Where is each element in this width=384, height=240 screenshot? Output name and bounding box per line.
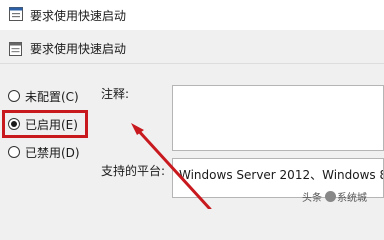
option-disabled[interactable]: 已禁用(D) [8,143,80,161]
radio-not-configured[interactable] [8,90,20,102]
policy-setting-icon [9,42,22,56]
watermark-suffix: 系统城 [337,193,367,204]
watermark-prefix: 头条 [302,193,322,204]
radio-disabled[interactable] [8,146,20,158]
setting-title: 要求使用快速启动 [30,42,127,56]
platform-value: Windows Server 2012、Windows 8 [179,168,384,182]
comment-textarea[interactable] [172,85,384,151]
policy-window-icon [9,7,23,21]
title-bar: 要求使用快速启动 [0,0,384,30]
platform-label: 支持的平台: [101,164,166,178]
comment-label: 注释: [101,87,130,101]
header-divider [0,63,384,64]
watermark: 头条 系统城 [302,189,367,204]
option-not-configured-label: 未配置(C) [25,89,79,104]
option-not-configured[interactable]: 未配置(C) [8,87,79,105]
enabled-highlight-box [2,110,88,138]
watermark-logo-icon [325,191,336,202]
option-disabled-label: 已禁用(D) [25,145,80,160]
window-title: 要求使用快速启动 [30,9,127,23]
